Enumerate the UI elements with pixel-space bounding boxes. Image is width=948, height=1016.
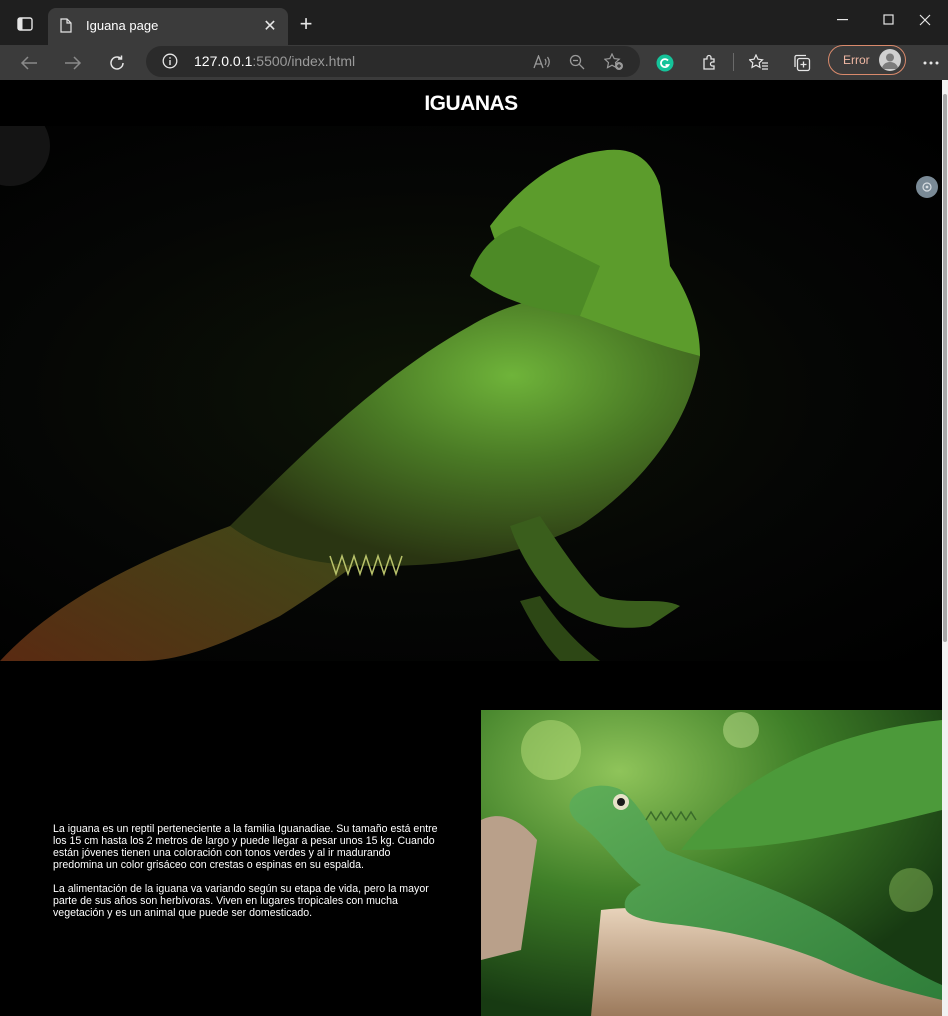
page-viewport: IGUANAS La iguana es un reptil perteneci… bbox=[0, 80, 942, 1016]
scrollbar-thumb[interactable] bbox=[943, 94, 947, 642]
tab-close-icon[interactable]: ✕ bbox=[260, 16, 280, 36]
browser-titlebar: Iguana page ✕ + bbox=[0, 0, 948, 45]
profile-error-button[interactable]: Error bbox=[828, 45, 906, 75]
description-paragraph-2: La alimentación de la iguana va variando… bbox=[53, 883, 429, 919]
site-header: IGUANAS bbox=[0, 80, 942, 126]
address-bar[interactable]: 127.0.0.1:5500/index.html bbox=[146, 46, 640, 77]
hero-iguana-illustration bbox=[0, 126, 700, 661]
extensions-icon[interactable] bbox=[695, 48, 725, 78]
toolbar-divider bbox=[733, 53, 734, 71]
add-favorite-icon[interactable] bbox=[604, 52, 624, 72]
tab-actions-icon[interactable] bbox=[9, 10, 41, 38]
new-tab-icon[interactable]: + bbox=[294, 11, 318, 36]
avatar bbox=[879, 49, 901, 71]
iguana-description: La iguana es un reptil perteneciente a l… bbox=[53, 823, 438, 919]
read-aloud-icon[interactable] bbox=[532, 52, 552, 72]
hero-iguana-image bbox=[0, 126, 942, 661]
zoom-out-icon[interactable] bbox=[567, 52, 587, 72]
iguana-photo-illustration bbox=[481, 710, 942, 1016]
site-info-icon[interactable] bbox=[162, 53, 178, 74]
collections-icon[interactable] bbox=[787, 48, 817, 78]
error-label: Error bbox=[843, 53, 870, 67]
minimize-icon[interactable] bbox=[820, 0, 866, 40]
more-menu-icon[interactable] bbox=[916, 48, 946, 78]
window-close-icon[interactable] bbox=[902, 0, 948, 40]
refresh-icon[interactable] bbox=[102, 48, 132, 78]
back-icon[interactable] bbox=[14, 48, 44, 78]
visual-search-icon[interactable] bbox=[916, 176, 938, 198]
favorites-icon[interactable] bbox=[744, 48, 774, 78]
page-icon bbox=[60, 18, 72, 38]
forward-icon[interactable] bbox=[58, 48, 88, 78]
browser-toolbar: 127.0.0.1:5500/index.html Error bbox=[0, 45, 948, 80]
url-path: :5500/index.html bbox=[252, 53, 356, 69]
url-host: 127.0.0.1 bbox=[194, 53, 253, 69]
grammarly-icon[interactable] bbox=[650, 48, 680, 78]
tab-title: Iguana page bbox=[86, 18, 159, 33]
iguana-photo bbox=[481, 710, 942, 1016]
vertical-scrollbar[interactable] bbox=[942, 80, 948, 1016]
browser-tab[interactable]: Iguana page ✕ bbox=[48, 8, 288, 45]
description-paragraph-1: La iguana es un reptil perteneciente a l… bbox=[53, 823, 438, 871]
page-title: IGUANAS bbox=[424, 92, 518, 115]
url-text[interactable]: 127.0.0.1:5500/index.html bbox=[194, 53, 355, 69]
